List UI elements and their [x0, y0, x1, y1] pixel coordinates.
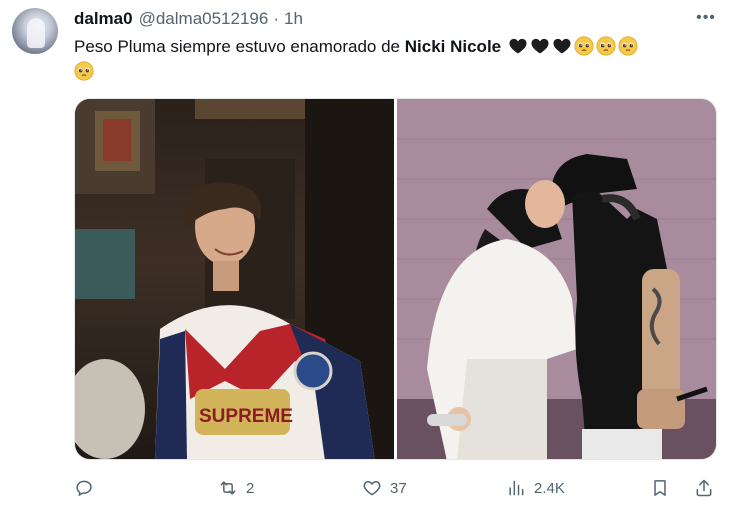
black-heart-icon	[531, 38, 549, 54]
pleading-face-icon	[618, 36, 638, 56]
tweet-card[interactable]: dalma0 @dalma0512196 · 1h ••• Peso Pluma…	[0, 0, 752, 511]
timestamp[interactable]: 1h	[284, 9, 303, 29]
shirt-text: SUPREME	[199, 406, 293, 427]
more-icon: •••	[696, 9, 716, 26]
views-icon	[509, 480, 524, 496]
photo-left[interactable]: SUPREME	[75, 99, 394, 459]
bookmark-button[interactable]	[650, 474, 670, 502]
like-button[interactable]: 37	[362, 474, 407, 502]
avatar[interactable]	[12, 8, 58, 54]
photo-right[interactable]	[397, 99, 716, 459]
tweet-text-bold[interactable]: Nicki Nicole	[405, 37, 501, 56]
display-name[interactable]: dalma0	[74, 9, 133, 29]
retweet-icon	[220, 481, 236, 495]
user-handle[interactable]: @dalma0512196	[139, 9, 269, 29]
views-count: 2.4K	[534, 479, 565, 497]
more-options-button[interactable]: •••	[694, 8, 718, 28]
media-grid: SUPREME	[74, 98, 717, 460]
retweet-button[interactable]: 2	[218, 474, 254, 502]
photo-right-illustration	[397, 99, 716, 459]
bookmark-icon	[654, 480, 666, 496]
tweet-text-plain: Peso Pluma siempre estuvo enamorado de	[74, 37, 405, 56]
tweet-header: dalma0 @dalma0512196 · 1h	[74, 8, 303, 30]
reply-icon	[76, 480, 92, 496]
pleading-face-icon	[574, 36, 594, 56]
like-count: 37	[390, 479, 407, 497]
separator-dot: ·	[273, 9, 280, 28]
views-button[interactable]: 2.4K	[506, 474, 565, 502]
retweet-count: 2	[246, 479, 255, 497]
tweet-text: Peso Pluma siempre estuvo enamorado de N…	[74, 34, 724, 84]
pleading-face-icon	[596, 36, 616, 56]
action-bar: 2 37 2.4K	[74, 474, 724, 502]
heart-icon	[363, 481, 381, 496]
share-button[interactable]	[694, 474, 714, 502]
photo-left-illustration: SUPREME	[75, 99, 394, 459]
pleading-face-icon	[74, 61, 94, 81]
reply-button[interactable]	[74, 474, 102, 502]
black-heart-icon	[553, 38, 571, 54]
share-icon	[696, 479, 712, 497]
black-heart-icon	[509, 38, 527, 54]
